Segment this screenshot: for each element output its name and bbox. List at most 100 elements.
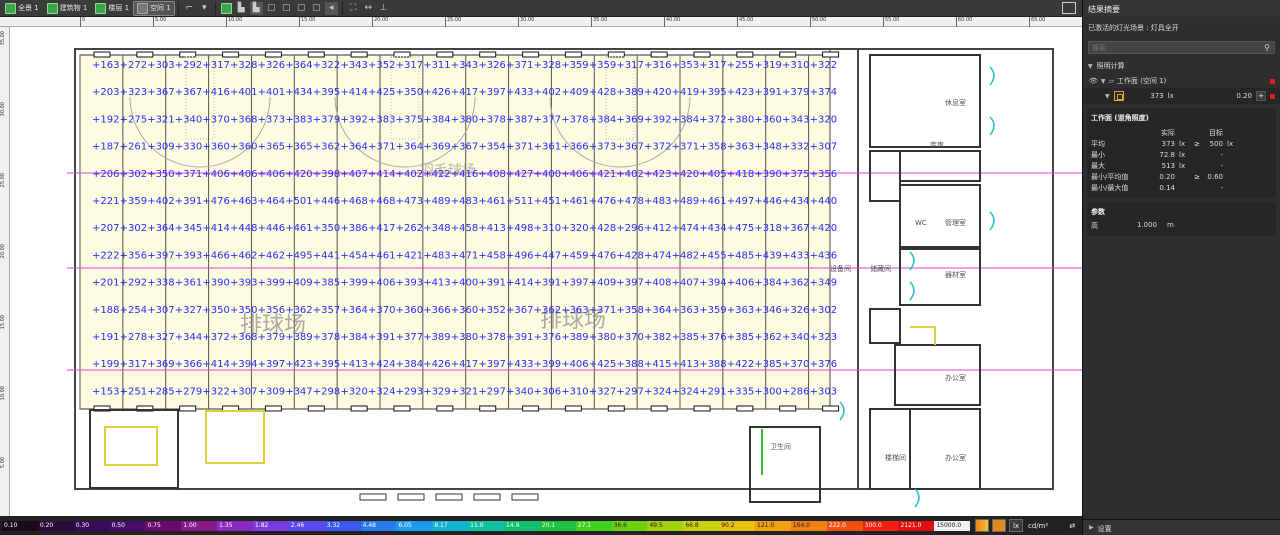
search-input[interactable]	[1089, 42, 1249, 53]
illuminance-value: +402	[396, 169, 423, 180]
illuminance-value: +427	[506, 169, 533, 180]
search-box[interactable]: ⚲	[1088, 41, 1275, 54]
illuminance-value: +446	[258, 223, 285, 234]
settings-section[interactable]: ▶ 设置	[1083, 519, 1280, 535]
legend-value: 90.2	[719, 521, 756, 531]
illuminance-value: +461	[561, 196, 588, 207]
calc-section-header[interactable]: ▼ 照明计算	[1083, 58, 1280, 74]
illuminance-value: +421	[396, 250, 423, 261]
illuminance-value: +368	[230, 114, 257, 125]
corner-view-icon[interactable]: ▙	[235, 2, 248, 15]
illuminance-value: +408	[478, 169, 505, 180]
illuminance-value: +370	[616, 332, 643, 343]
illuminance-value: +354	[478, 142, 505, 153]
palette-swatch-icon[interactable]	[992, 519, 1006, 532]
room-icon	[137, 2, 149, 14]
legend-value: 11.0	[468, 521, 505, 531]
corner-view-active-icon[interactable]: ▙	[249, 1, 263, 15]
ratio-toggle-button[interactable]: +	[1256, 91, 1266, 101]
illuminance-value: +373	[258, 114, 285, 125]
illuminance-value: +367	[616, 142, 643, 153]
workplane-value: 373	[1150, 92, 1164, 100]
unit-luminance-button[interactable]: cd/m²	[1026, 519, 1050, 532]
unit-lux-button[interactable]: lx	[1009, 519, 1023, 532]
illuminance-value: +401	[230, 87, 257, 98]
monitor-icon[interactable]	[1062, 2, 1076, 14]
illuminance-value: +319	[754, 60, 781, 71]
tab-room[interactable]: 空间 1	[133, 0, 175, 16]
collapse-caret-icon[interactable]: ▼	[1088, 63, 1093, 70]
illuminance-value: +298	[313, 386, 340, 397]
floorplan-canvas[interactable]: 排球场 排球场 羽毛球场 +163 +272 +303 +292 +317 +328 +326 +3…	[10, 27, 1082, 516]
room-label: 楼梯间	[885, 453, 906, 462]
results-table-row: 最大 513 lx -	[1087, 160, 1276, 171]
illuminance-value: +496	[506, 250, 533, 261]
luminaire-top	[179, 51, 197, 58]
luminaire-bottom	[564, 405, 582, 412]
tab-scene[interactable]: 全景 1	[2, 2, 42, 15]
illuminance-value: +329	[423, 386, 450, 397]
swap-icon[interactable]: ⇄	[1065, 519, 1079, 532]
param-value[interactable]: 1.000	[1131, 221, 1157, 231]
illuminance-value: +367	[147, 87, 174, 98]
expand-caret-icon[interactable]: ▶	[1089, 524, 1094, 531]
workplane-unit: lx	[1167, 92, 1174, 100]
illuminance-value: +483	[451, 196, 478, 207]
cube-view-3-icon[interactable]: ▢	[295, 2, 308, 15]
illuminance-value: +482	[672, 250, 699, 261]
measure-icon[interactable]: ↔	[362, 2, 375, 15]
ruler-tick-label: 0	[80, 17, 85, 27]
expand-caret-icon[interactable]: ▼	[1101, 78, 1106, 85]
height-measure-icon[interactable]: ⊥	[377, 2, 390, 15]
illuminance-value: +462	[230, 250, 257, 261]
visibility-eye-icon[interactable]: 👁	[1089, 77, 1098, 85]
workplane-result-row[interactable]: ▼ 373 lx 0.20 +	[1083, 88, 1280, 104]
search-icon[interactable]: ⚲	[1264, 43, 1270, 52]
illuminance-value: +417	[451, 87, 478, 98]
workplane-row[interactable]: 👁 ▼ ▱ 工作面 (空间 1)	[1083, 74, 1280, 88]
illuminance-value: +371	[672, 142, 699, 153]
illuminance-value: +391	[754, 87, 781, 98]
illuminance-value: +279	[175, 386, 202, 397]
calc-section-label: 照明计算	[1096, 62, 1125, 70]
gradient-swatch-icon[interactable]	[975, 519, 989, 532]
cube-solid-icon[interactable]	[220, 2, 233, 15]
active-light-scene: 已激活的灯光场景 : 灯具全开	[1088, 24, 1179, 32]
luminaire-top	[222, 51, 240, 58]
param-label: 高	[1091, 222, 1098, 230]
expand-caret-icon[interactable]: ▼	[1105, 93, 1110, 100]
tab-building[interactable]: 建筑物 1	[44, 2, 91, 15]
illuminance-value: +344	[175, 332, 202, 343]
room-wall	[894, 344, 981, 406]
illuminance-value: +376	[699, 332, 726, 343]
illuminance-value: +434	[699, 223, 726, 234]
toolbar-separator	[177, 1, 179, 15]
illuminance-value: +350	[202, 305, 229, 316]
cube-view-4-icon[interactable]: ▢	[310, 2, 323, 15]
illuminance-value: +388	[699, 359, 726, 370]
fit-view-icon[interactable]: ⛶	[347, 2, 360, 15]
dropdown-chevron-icon[interactable]: ▾	[198, 2, 211, 15]
results-cell-target: -	[1220, 150, 1223, 159]
floorplan-view-icon[interactable]: ⌐	[183, 2, 196, 15]
illuminance-value: +446	[313, 196, 340, 207]
illuminance-value: +321	[147, 114, 174, 125]
results-cell-target: -	[1220, 161, 1223, 170]
legend-value: 36.6	[611, 521, 648, 531]
illuminance-value: +340	[782, 332, 809, 343]
illuminance-value: +428	[589, 223, 616, 234]
cube-view-2-icon[interactable]: ▢	[280, 2, 293, 15]
illuminance-value: +397	[147, 250, 174, 261]
luminaire-bottom	[264, 405, 282, 412]
illuminance-value: +409	[589, 278, 616, 289]
illuminance-value: +380	[451, 114, 478, 125]
room-label: 器材室	[945, 270, 966, 279]
illuminance-value: +464	[258, 196, 285, 207]
illuminance-value: +346	[754, 305, 781, 316]
illuminance-value: +393	[175, 250, 202, 261]
illuminance-value: +370	[202, 114, 229, 125]
cube-view-1-icon[interactable]: ▢	[265, 2, 278, 15]
tab-floor[interactable]: 楼层 1	[92, 2, 132, 15]
illuminance-value: +371	[368, 142, 395, 153]
collapse-left-icon[interactable]: ◂	[324, 1, 338, 15]
